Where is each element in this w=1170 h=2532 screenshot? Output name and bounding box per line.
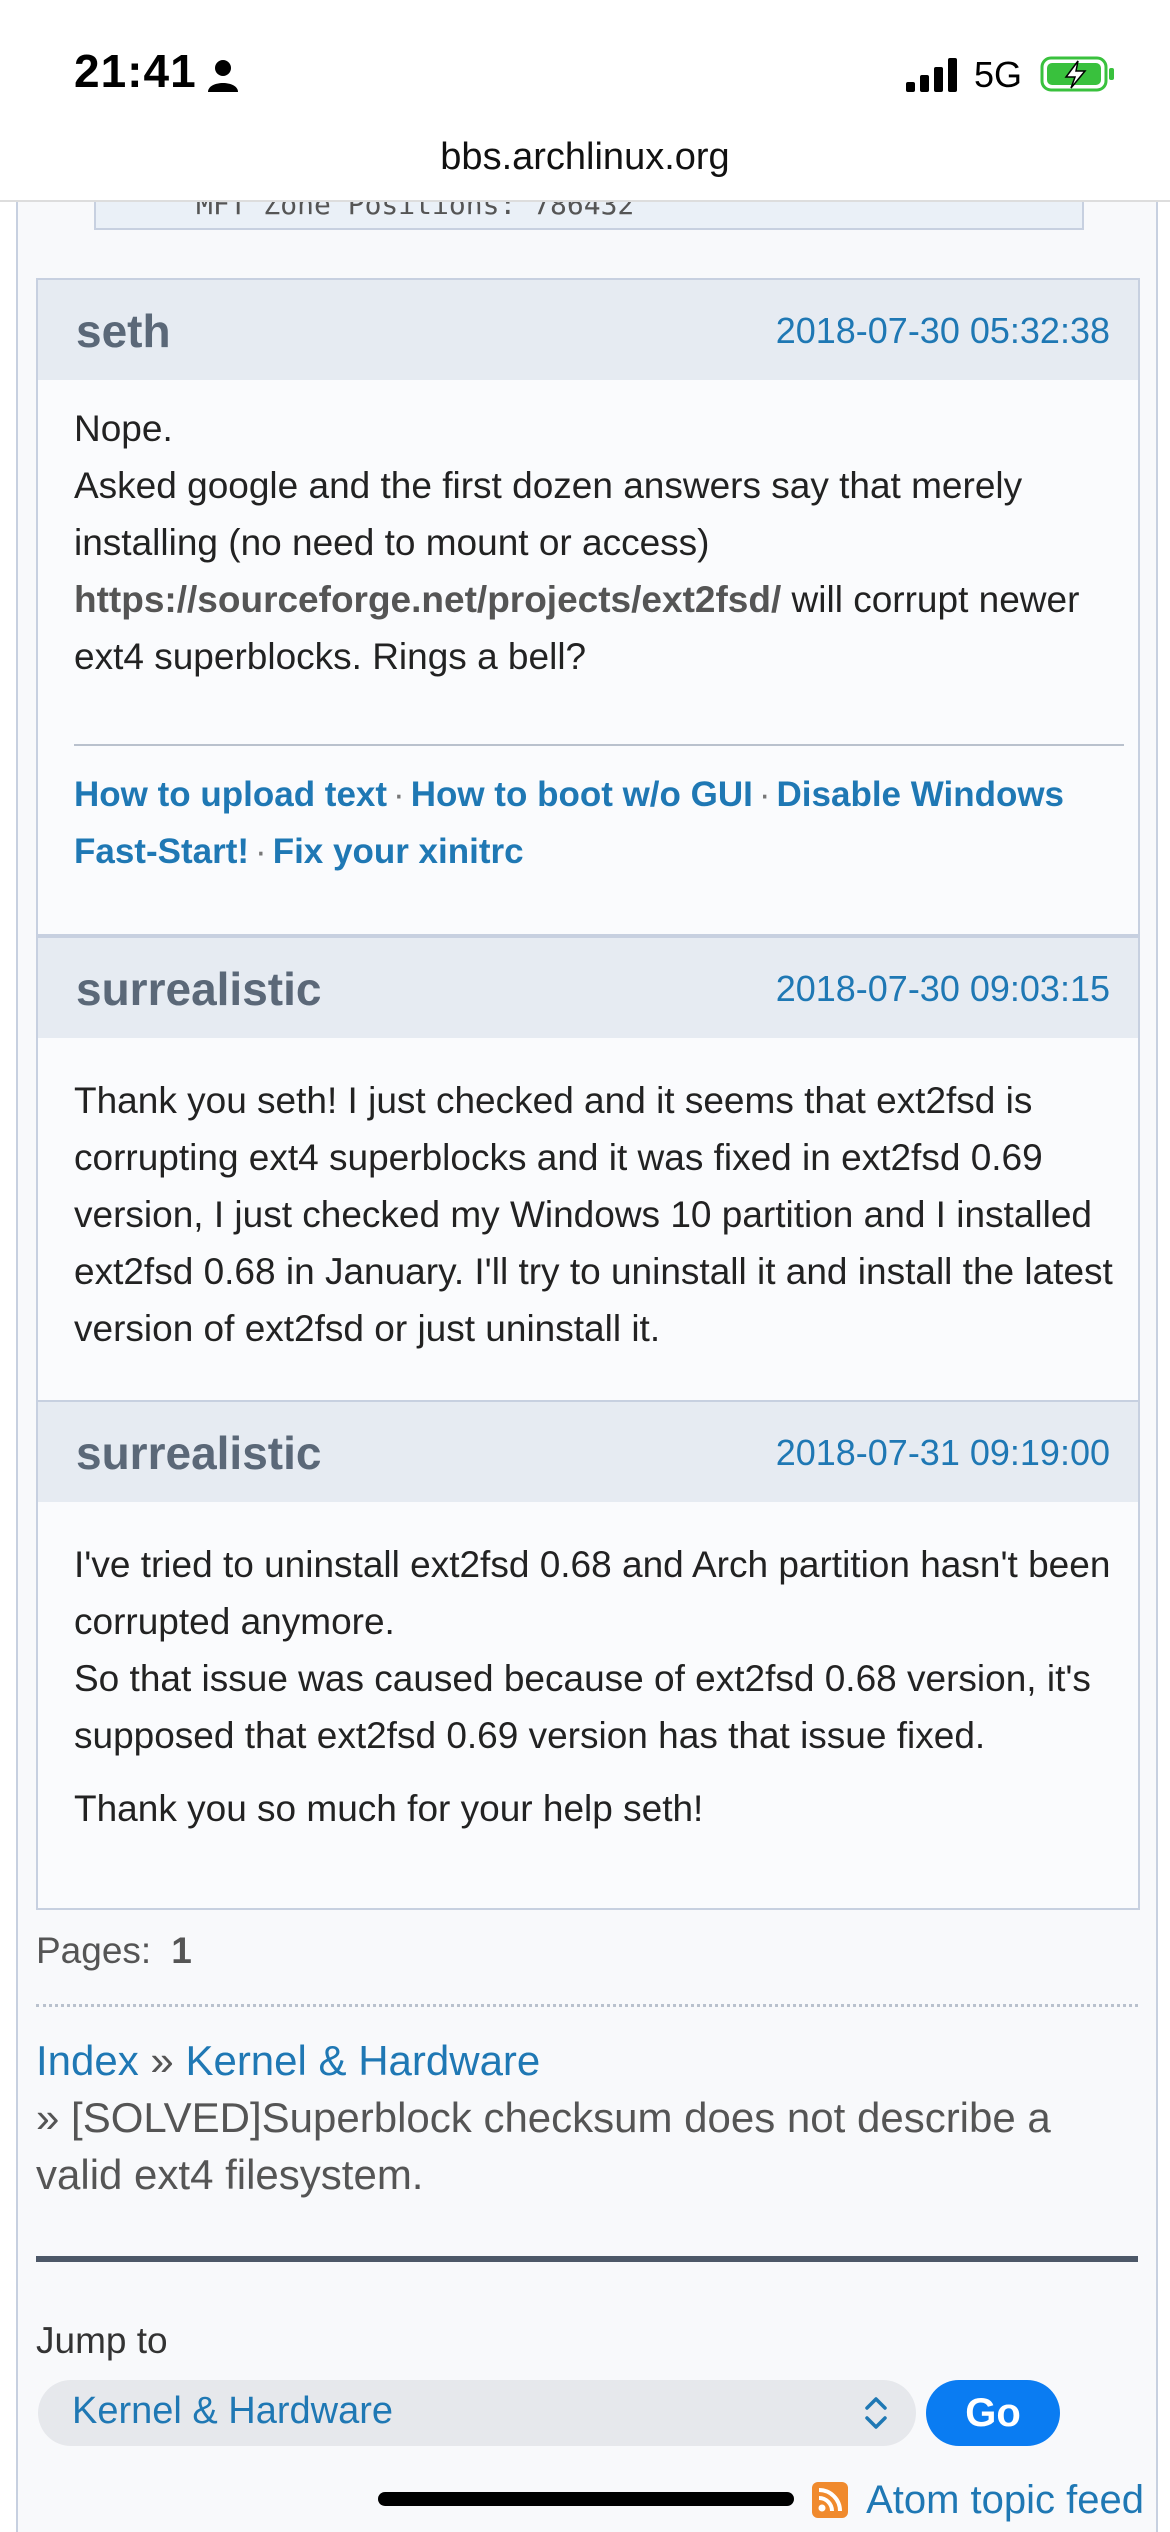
pagination-label: Pages: bbox=[36, 1930, 152, 1971]
atom-feed-link[interactable]: Atom topic feed bbox=[866, 2478, 1144, 2523]
breadcrumb-separator: » bbox=[150, 2037, 174, 2084]
breadcrumb-topic: [SOLVED]Superblock checksum does not des… bbox=[36, 2094, 1051, 2198]
signature-divider bbox=[74, 744, 1124, 746]
post-text: Thank you seth! I just checked and it se… bbox=[74, 1080, 1113, 1349]
post-author[interactable]: surrealistic bbox=[76, 1426, 321, 1480]
select-chevrons-icon bbox=[865, 2397, 887, 2429]
breadcrumb-separator: » bbox=[36, 2094, 60, 2141]
post-date-link[interactable]: 2018-07-31 09:19:00 bbox=[776, 1432, 1110, 1474]
sig-link-upload-text[interactable]: How to upload text bbox=[74, 775, 387, 814]
post-date-link[interactable]: 2018-07-30 09:03:15 bbox=[776, 968, 1110, 1010]
post-body: I've tried to uninstall ext2fsd 0.68 and… bbox=[36, 1502, 1140, 1910]
breadcrumb-index-link[interactable]: Index bbox=[36, 2037, 139, 2084]
post-paragraph: I've tried to uninstall ext2fsd 0.68 and… bbox=[74, 1544, 1111, 1642]
rss-feed-icon bbox=[812, 2482, 848, 2518]
footer-divider bbox=[36, 2256, 1138, 2262]
post-text: Nope. Asked google and the first dozen a… bbox=[74, 400, 1114, 685]
current-page: 1 bbox=[171, 1930, 192, 1971]
cellular-signal-icon bbox=[906, 58, 957, 92]
breadcrumb: Index » Kernel & Hardware » [SOLVED]Supe… bbox=[36, 2032, 1136, 2203]
battery-charging-icon bbox=[1040, 56, 1114, 92]
jump-to-label: Jump to bbox=[36, 2320, 168, 2361]
signature: How to upload text · How to boot w/o GUI · D… bbox=[74, 775, 1065, 871]
code-block-text: MFT Zone Positions: 786432 bbox=[196, 202, 635, 221]
sourceforge-link[interactable]: https://sourceforge.net/projects/ext2fsd… bbox=[74, 579, 781, 620]
post-line: Nope. bbox=[74, 408, 173, 449]
sig-link-fix-xinitrc[interactable]: Fix your xinitrc bbox=[273, 832, 524, 871]
post-author[interactable]: surrealistic bbox=[76, 962, 321, 1016]
post-body: Thank you seth! I just checked and it se… bbox=[36, 1038, 1140, 1402]
post-line: Asked google and the first dozen answers… bbox=[74, 457, 1114, 685]
address-bar-url[interactable]: bbs.archlinux.org bbox=[0, 136, 1170, 179]
post-paragraph: So that issue was caused because of ext2… bbox=[74, 1658, 1091, 1756]
network-type: 5G bbox=[974, 54, 1023, 95]
post-header: surrealistic 2018-07-30 09:03:15 bbox=[36, 936, 1140, 1040]
home-indicator[interactable] bbox=[378, 2492, 794, 2506]
post-line-text: Asked google and the first dozen answers… bbox=[74, 465, 1023, 563]
code-block-fragment: MFT Zone Positions: 786432 bbox=[94, 202, 1084, 230]
pagination: Pages: 1 bbox=[36, 1930, 192, 1972]
forum-select-value: Kernel & Hardware bbox=[72, 2390, 394, 2432]
status-bar: 21:41 5G bbs.archlinux.org bbox=[0, 0, 1170, 178]
post-date-link[interactable]: 2018-07-30 05:32:38 bbox=[776, 310, 1110, 352]
post-text: I've tried to uninstall ext2fsd 0.68 and… bbox=[74, 1536, 1114, 1837]
person-icon bbox=[208, 60, 238, 92]
post-author[interactable]: seth bbox=[76, 304, 171, 358]
go-button[interactable]: Go bbox=[926, 2380, 1060, 2446]
post-header: surrealistic 2018-07-31 09:19:00 bbox=[36, 1400, 1140, 1504]
clock: 21:41 bbox=[74, 45, 197, 97]
dotted-divider bbox=[36, 2004, 1138, 2007]
post-paragraph: Thank you so much for your help seth! bbox=[74, 1788, 704, 1829]
forum-select[interactable]: Kernel & Hardware bbox=[38, 2380, 916, 2446]
post-body: Nope. Asked google and the first dozen a… bbox=[36, 380, 1140, 936]
forum-page: MFT Zone Positions: 786432 seth 2018-07-… bbox=[16, 202, 1158, 2532]
sig-link-boot-without-gui[interactable]: How to boot w/o GUI bbox=[411, 775, 753, 814]
post-header: seth 2018-07-30 05:32:38 bbox=[36, 278, 1140, 382]
breadcrumb-forum-link[interactable]: Kernel & Hardware bbox=[185, 2037, 540, 2084]
